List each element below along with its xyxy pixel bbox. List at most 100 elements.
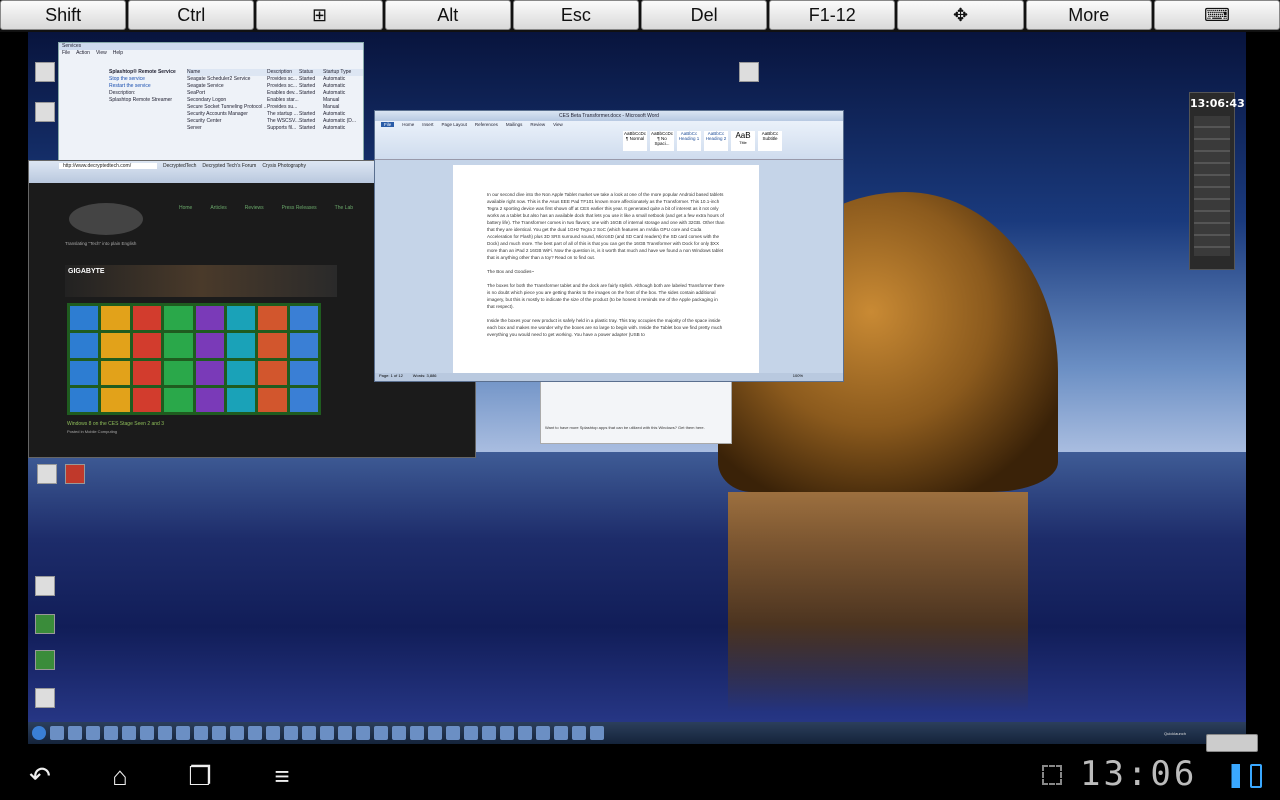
tab-insert[interactable]: Insert (422, 122, 433, 127)
fullscreen-icon[interactable] (1042, 765, 1062, 785)
desktop-icon[interactable] (30, 614, 60, 634)
desktop-icon[interactable] (60, 464, 90, 484)
taskbar-app[interactable] (86, 726, 100, 740)
desktop-icon[interactable] (32, 464, 62, 484)
tab-forum[interactable]: Decrypted Tech's Forum (202, 163, 256, 169)
taskbar-app[interactable] (284, 726, 298, 740)
column-startup[interactable]: Startup Type (323, 69, 363, 76)
stop-service-link[interactable]: Stop the service (109, 76, 179, 83)
table-row[interactable]: Secure Socket Tunneling Protocol ... Prov… (187, 104, 363, 111)
desktop-icon[interactable] (30, 688, 60, 708)
style-no-spacing[interactable]: AaBbCcDc ¶ No Spaci... (650, 131, 674, 151)
move-icon[interactable]: ✥ (897, 0, 1024, 30)
taskbar-app[interactable] (212, 726, 226, 740)
menu-view[interactable]: View (96, 50, 107, 57)
address-bar[interactable]: http://www.decryptedtech.com/ (59, 163, 157, 169)
taskbar-app[interactable] (482, 726, 496, 740)
keyboard-icon[interactable]: ⌨ (1153, 0, 1280, 30)
nav-articles[interactable]: Articles (210, 205, 226, 211)
style-heading1[interactable]: AaBbCc Heading 1 (677, 131, 701, 151)
word-window[interactable]: CES Beta Transformer.docx - Microsoft Wo… (374, 110, 844, 382)
taskbar-app[interactable] (320, 726, 334, 740)
tab-mailings[interactable]: Mailings (506, 122, 523, 127)
taskbar-app[interactable] (590, 726, 604, 740)
taskbar-app[interactable] (374, 726, 388, 740)
taskbar-app[interactable] (338, 726, 352, 740)
menu-file[interactable]: File (62, 50, 70, 57)
nav-lab[interactable]: The Lab (335, 205, 353, 211)
tab-page-layout[interactable]: Page Layout (442, 122, 467, 127)
back-icon[interactable]: ↶ (20, 758, 60, 794)
taskbar-app[interactable] (500, 726, 514, 740)
table-row[interactable]: Seagate Service Provides sc... Started Auto… (187, 83, 363, 90)
taskbar-app[interactable] (428, 726, 442, 740)
table-row[interactable]: Server Supports fil... Started Automatic (187, 125, 363, 132)
tab-decryptedtech[interactable]: DecryptedTech (163, 163, 196, 169)
taskbar-app[interactable] (50, 726, 64, 740)
function-keys[interactable]: F1-12 (769, 0, 896, 30)
ctrl-key[interactable]: Ctrl (128, 0, 255, 30)
zoom-level[interactable]: 100% (793, 373, 803, 381)
document-page[interactable]: In our second dive into the Non Apple Ta… (453, 165, 759, 373)
featured-image[interactable] (67, 303, 321, 415)
esc-key[interactable]: Esc (512, 0, 640, 30)
quicklaunch-label[interactable]: Quicklaunch (1164, 731, 1186, 736)
more-key[interactable]: More (1025, 0, 1152, 30)
menu-icon[interactable]: ≡ (262, 758, 302, 794)
desktop-icon[interactable] (734, 62, 764, 82)
alt-key[interactable]: Alt (384, 0, 511, 30)
remote-desktop[interactable]: Services File Action View Help Splashtop… (28, 32, 1246, 744)
taskbar-app[interactable] (266, 726, 280, 740)
taskbar-app[interactable] (518, 726, 532, 740)
nav-press[interactable]: Press Releases (282, 205, 317, 211)
start-button[interactable] (32, 726, 46, 740)
tab-view[interactable]: View (553, 122, 563, 127)
column-status[interactable]: Status (299, 69, 323, 76)
table-row[interactable]: Security Center The WSCSV... Started Automa… (187, 118, 363, 125)
menu-action[interactable]: Action (76, 50, 90, 57)
taskbar-app[interactable] (194, 726, 208, 740)
table-row[interactable]: Seagate Scheduler2 Service Provides sc...… (187, 76, 363, 83)
taskbar-app[interactable] (122, 726, 136, 740)
shift-key[interactable]: Shift (0, 0, 127, 30)
style-heading2[interactable]: AaBbCc Heading 2 (704, 131, 728, 151)
taskbar-app[interactable] (68, 726, 82, 740)
taskbar-app[interactable] (392, 726, 406, 740)
article-caption[interactable]: Windows 8 on the CES Stage Seen 2 and 3 (67, 421, 164, 427)
taskbar-app[interactable] (572, 726, 586, 740)
nav-reviews[interactable]: Reviews (245, 205, 264, 211)
taskbar-app[interactable] (302, 726, 316, 740)
ad-banner[interactable]: GIGABYTE (65, 265, 337, 297)
taskbar-app[interactable] (158, 726, 172, 740)
restart-service-link[interactable]: Restart the service (109, 83, 179, 90)
taskbar-app[interactable] (176, 726, 190, 740)
style-subtitle[interactable]: AaBbCc Subtitle (758, 131, 782, 151)
taskbar-app[interactable] (536, 726, 550, 740)
desktop-icon[interactable] (30, 576, 60, 596)
desktop-icon[interactable] (30, 102, 60, 122)
taskbar-app[interactable] (554, 726, 568, 740)
windows-key[interactable]: ⊞ (256, 0, 383, 30)
desktop-icon[interactable] (30, 62, 60, 82)
table-row[interactable]: Security Accounts Manager The startup ...… (187, 111, 363, 118)
home-icon[interactable]: ⌂ (100, 758, 140, 794)
table-row[interactable]: SeaPort Enables dev... Started Automatic (187, 90, 363, 97)
tab-file[interactable]: File (381, 122, 395, 127)
column-description[interactable]: Description (267, 69, 299, 76)
taskbar-app[interactable] (248, 726, 262, 740)
taskbar-app[interactable] (104, 726, 118, 740)
taskbar-app[interactable] (230, 726, 244, 740)
style-title[interactable]: AaB Title (731, 131, 755, 151)
tab-photography[interactable]: Crysis Photography (262, 163, 306, 169)
column-name[interactable]: Name (187, 69, 267, 76)
tab-references[interactable]: References (475, 122, 498, 127)
recent-apps-icon[interactable]: ❐ (180, 758, 220, 794)
desktop-icon[interactable] (30, 650, 60, 670)
taskbar-app[interactable] (446, 726, 460, 740)
taskbar-app[interactable] (410, 726, 424, 740)
nav-home[interactable]: Home (179, 205, 192, 211)
keyboard-toggle-icon[interactable] (1206, 734, 1258, 752)
taskbar-app[interactable] (140, 726, 154, 740)
site-logo[interactable] (69, 203, 143, 235)
style-normal[interactable]: AaBbCcDc ¶ Normal (623, 131, 647, 151)
